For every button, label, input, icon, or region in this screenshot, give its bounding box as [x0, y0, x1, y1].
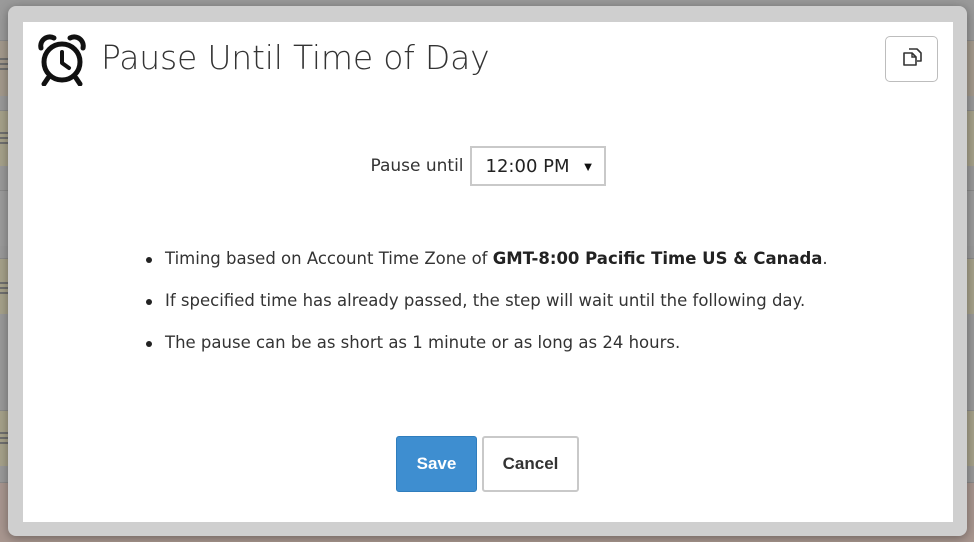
drag-handle-icon — [0, 58, 8, 70]
duration-note: The pause can be as short as 1 minute or… — [165, 333, 681, 352]
cancel-button[interactable]: Cancel — [482, 436, 579, 492]
timezone-prefix: Timing based on Account Time Zone of — [165, 249, 493, 268]
passed-note: If specified time has already passed, th… — [165, 291, 806, 310]
pause-until-row: Pause until 12:00 PM ▼ — [23, 146, 953, 186]
save-button[interactable]: Save — [396, 436, 477, 492]
copy-button[interactable] — [885, 36, 938, 82]
copy-icon — [901, 47, 923, 72]
dialog-title: Pause Until Time of Day — [101, 38, 490, 77]
time-select[interactable]: 12:00 PM ▼ — [469, 146, 606, 186]
caret-down-icon: ▼ — [581, 159, 595, 174]
list-item: If specified time has already passed, th… — [143, 290, 923, 332]
drag-handle-icon — [0, 432, 8, 444]
list-item: Timing based on Account Time Zone of GMT… — [143, 248, 923, 290]
modal-bottom-border — [23, 522, 953, 536]
timezone-suffix: . — [822, 249, 828, 268]
drag-handle-icon — [0, 132, 8, 144]
pause-until-label: Pause until — [370, 156, 464, 176]
time-select-value: 12:00 PM — [485, 155, 570, 177]
dialog-actions: Save Cancel — [396, 436, 579, 492]
info-list: Timing based on Account Time Zone of GMT… — [143, 248, 923, 374]
alarm-clock-icon — [37, 34, 87, 87]
list-item: The pause can be as short as 1 minute or… — [143, 332, 923, 374]
pause-dialog: Pause Until Time of Day Pause until 12:0… — [23, 22, 953, 522]
drag-handle-icon — [0, 282, 8, 294]
timezone-value: GMT-8:00 Pacific Time US & Canada — [492, 249, 823, 268]
